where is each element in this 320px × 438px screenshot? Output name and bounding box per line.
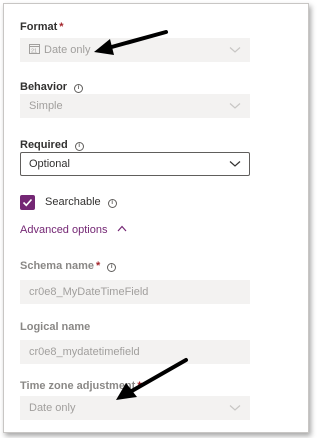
info-icon[interactable]: i <box>74 84 84 93</box>
chevron-down-icon <box>229 103 241 109</box>
info-icon[interactable]: i <box>107 199 117 208</box>
schema-name-input: cr0e8_MyDateTimeField <box>20 280 250 304</box>
required-label: Required i <box>20 138 84 152</box>
searchable-checkbox[interactable] <box>20 195 35 210</box>
behavior-label: Behavior i <box>20 80 84 94</box>
info-icon[interactable]: i <box>74 142 84 151</box>
info-icon[interactable]: i <box>107 263 117 272</box>
chevron-up-icon <box>117 225 126 232</box>
searchable-label: Searchable i <box>45 196 117 208</box>
annotation-arrow-icon <box>94 30 168 55</box>
required-dropdown[interactable]: Optional <box>20 152 250 176</box>
chevron-down-icon <box>229 161 241 167</box>
advanced-options-toggle[interactable]: Advanced options <box>20 224 127 236</box>
required-asterisk: * <box>95 260 101 272</box>
advanced-options-label: Advanced options <box>20 224 108 236</box>
schema-name-label: Schema name * i <box>20 259 117 273</box>
behavior-dropdown: Simple <box>20 94 250 118</box>
time-zone-value: Date only <box>29 402 76 414</box>
behavior-value: Simple <box>29 100 63 112</box>
required-value: Optional <box>29 158 70 170</box>
required-asterisk: * <box>59 21 64 33</box>
logical-name-label: Logical name <box>20 321 91 333</box>
chevron-down-icon <box>229 405 241 411</box>
svg-text:21: 21 <box>31 49 37 55</box>
calendar-icon: 21 <box>29 40 40 55</box>
schema-name-value: cr0e8_MyDateTimeField <box>29 286 149 298</box>
format-value: Date only <box>44 44 91 56</box>
format-label: Format * <box>20 21 64 33</box>
checkmark-icon <box>22 198 33 207</box>
annotation-arrow-icon <box>116 358 188 400</box>
chevron-down-icon <box>229 47 241 53</box>
